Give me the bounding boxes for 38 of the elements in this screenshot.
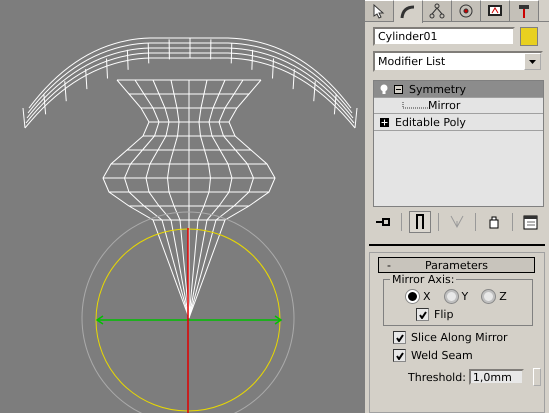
- collapse-icon[interactable]: [394, 84, 403, 94]
- panel-tab[interactable]: [394, 0, 423, 23]
- stack-tool-button[interactable]: [409, 211, 432, 233]
- curve-icon: [400, 4, 416, 20]
- lightbulb-icon: [380, 84, 388, 94]
- modifier-list-dropdown[interactable]: Modifier List: [373, 51, 543, 72]
- weld-seam-checkbox[interactable]: Weld Seam: [393, 349, 541, 362]
- caret-icon: [529, 60, 536, 64]
- viewport[interactable]: [0, 0, 365, 413]
- panel-tab[interactable]: [452, 0, 481, 21]
- threshold-field[interactable]: 1,0mm: [468, 369, 524, 385]
- threshold-label: Threshold:: [408, 370, 466, 384]
- expand-icon[interactable]: [380, 118, 389, 126]
- checkmark-icon: [396, 334, 404, 342]
- checkmark-icon: [418, 310, 426, 318]
- panel-tab[interactable]: [365, 0, 394, 21]
- motion-icon: [458, 3, 474, 19]
- panel-tab[interactable]: [423, 0, 452, 21]
- bars-icon: [415, 214, 426, 230]
- stack-item[interactable]: Symmetry: [374, 81, 543, 98]
- cursor-icon: [371, 3, 387, 19]
- pin-icon: [375, 216, 392, 228]
- checkmark-icon: [396, 352, 404, 360]
- rollout-header[interactable]: - Parameters: [378, 257, 535, 273]
- panel-tab[interactable]: [510, 0, 539, 21]
- flip-checkbox[interactable]: Flip: [416, 308, 526, 321]
- stack-item[interactable]: Editable Poly: [374, 114, 543, 131]
- panel-tab[interactable]: [481, 0, 510, 21]
- hierarchy-icon: [429, 3, 445, 19]
- color-swatch[interactable]: [520, 27, 538, 46]
- group-label: Mirror Axis:: [390, 273, 456, 286]
- object-name-field[interactable]: Cylinder01: [373, 27, 515, 46]
- slice-checkbox[interactable]: Slice Along Mirror: [393, 331, 541, 344]
- stack-sub-item[interactable]: Mirror: [374, 98, 543, 114]
- tree-line-icon: [402, 102, 428, 110]
- hammer-icon: [516, 3, 532, 19]
- fork-icon: [450, 215, 464, 229]
- display-icon: [487, 3, 503, 19]
